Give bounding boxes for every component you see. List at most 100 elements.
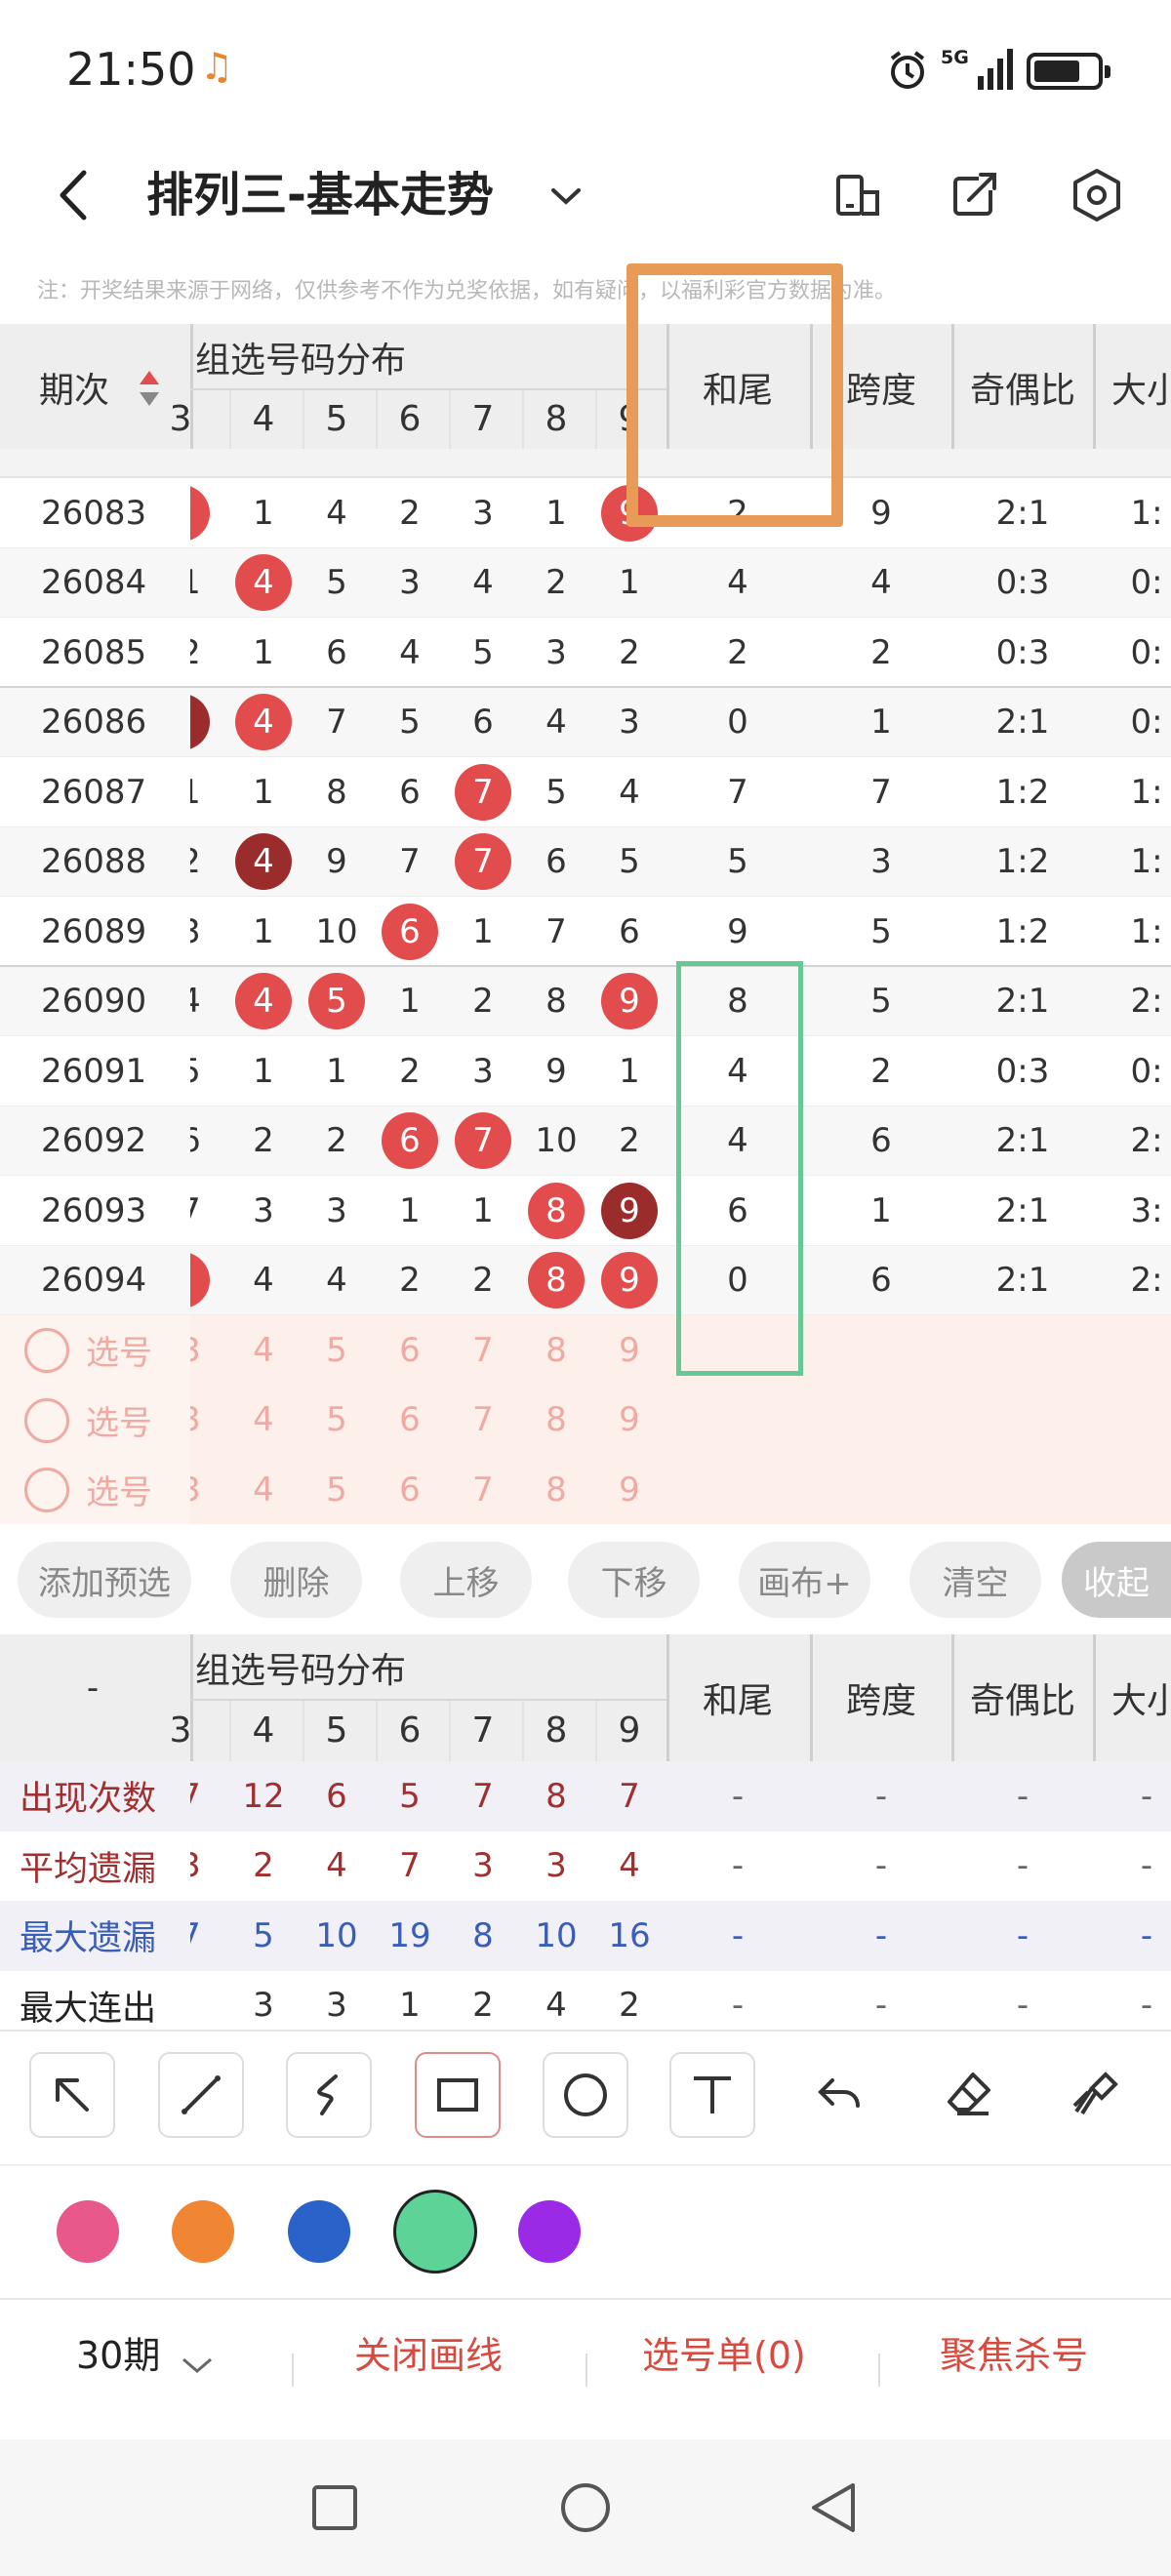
color-swatch[interactable] [57,2200,119,2263]
digit-miss: 6 [545,842,567,882]
select-radio[interactable] [24,1468,69,1512]
page-title[interactable]: 排列三-基本走势 [146,156,494,224]
digit-miss: 2 [190,618,208,688]
undo-icon[interactable] [798,2052,884,2138]
select-digit[interactable]: 5 [307,1455,366,1524]
line-tool-icon[interactable] [158,2052,244,2138]
focus-kill-button[interactable]: 聚焦杀号 [940,2325,1088,2379]
digit-header-7: 7 [471,398,495,439]
digit-miss: 2 [326,1121,347,1161]
select-digit[interactable]: 9 [600,1386,659,1455]
select-digit[interactable]: 8 [527,1386,586,1455]
stats-value: 3 [545,1846,567,1885]
stats-dash: - [1140,1776,1153,1816]
chevron-down-icon[interactable] [532,163,600,231]
back-arrow-icon[interactable] [41,161,109,229]
recent-apps-icon[interactable] [310,2483,359,2532]
color-swatch[interactable] [172,2200,234,2263]
stats-value: 7 [619,1776,640,1816]
text-tool-icon[interactable] [669,2052,755,2138]
select-digit[interactable]: 7 [454,1386,512,1455]
freehand-tool-icon[interactable] [286,2052,372,2138]
digit-miss: 1 [399,982,421,1022]
action-button[interactable]: 添加预选 [18,1542,191,1618]
stats-label: 出现次数 [20,1780,157,1819]
select-digit[interactable]: 6 [381,1315,439,1385]
select-digit[interactable]: 4 [234,1455,293,1524]
pick-list-button[interactable]: 选号单(0) [642,2325,806,2379]
action-button[interactable]: 画布+ [739,1542,870,1618]
stats-value-clipped: 3 [190,1831,229,1901]
period-selector[interactable]: 30期 [76,2325,160,2379]
digit-miss: 2 [472,1261,494,1301]
rectangle-tool-icon[interactable] [415,2052,501,2138]
digit-miss: 2 [545,563,567,603]
select-digit[interactable]: 9 [600,1315,659,1385]
select-digit[interactable]: 8 [527,1315,586,1385]
select-digit[interactable]: 4 [234,1386,293,1455]
kuadu-cell: 5 [870,911,892,951]
select-digit[interactable]: 3 [190,1386,208,1455]
select-digit[interactable]: 9 [600,1455,659,1524]
daxiao-cell: 0: [1130,703,1163,743]
action-button[interactable]: 删除 [230,1542,362,1618]
chevron-down-icon[interactable] [178,2354,217,2377]
digit-cell-clipped: 1 [190,548,229,619]
jiou-cell: 2:1 [995,982,1050,1022]
select-digit[interactable]: 7 [454,1315,512,1385]
eraser-icon[interactable] [925,2052,1011,2138]
stats-column-header: 和尾 [702,1681,773,1721]
digit-miss: 3 [619,703,640,743]
action-button[interactable]: 收起 [1062,1542,1171,1618]
digit-miss: 4 [545,703,567,743]
select-digit[interactable]: 5 [307,1386,366,1455]
color-swatch[interactable] [518,2200,581,2263]
digit-miss: 2 [619,1121,640,1161]
digit-miss: 2 [619,632,640,672]
hit-ball: 5 [308,973,365,1030]
action-button[interactable]: 清空 [909,1542,1041,1618]
select-digit[interactable]: 6 [381,1386,439,1455]
hit-ball: 7 [455,763,511,821]
action-button[interactable]: 上移 [400,1542,532,1618]
share-icon[interactable] [940,161,1008,229]
digit-miss: 8 [545,982,567,1022]
select-digit[interactable]: 7 [454,1455,512,1524]
digit-miss: 2 [399,1051,421,1091]
select-radio[interactable] [24,1328,69,1373]
screen-rotate-icon[interactable] [825,161,893,229]
hit-ball: 4 [235,554,292,612]
stats-dash: - [1016,1915,1030,1955]
back-nav-icon[interactable] [808,2481,861,2534]
color-swatch[interactable] [288,2200,350,2263]
close-drawing-button[interactable]: 关闭画线 [354,2325,503,2379]
divider [586,2354,587,2387]
hit-ball: 4 [235,833,292,891]
digit-cell-clipped: 4 [190,967,229,1037]
digit-miss: 1 [619,1051,640,1091]
digit-miss: 1 [253,911,274,951]
digit-miss: 5 [399,703,421,743]
action-button[interactable]: 下移 [568,1542,700,1618]
select-digit[interactable]: 8 [527,1455,586,1524]
select-digit[interactable]: 4 [234,1315,293,1385]
select-digit[interactable]: 3 [190,1315,208,1385]
digit-miss: 1 [472,911,494,951]
digit-miss: 9 [545,1051,567,1091]
settings-icon[interactable] [1063,161,1131,229]
select-radio[interactable] [24,1397,69,1443]
digit-miss: 2 [399,1261,421,1301]
select-digit[interactable]: 5 [307,1315,366,1385]
select-digit[interactable]: 3 [190,1455,208,1524]
select-digit[interactable]: 6 [381,1455,439,1524]
home-icon[interactable] [559,2481,612,2534]
color-swatch[interactable] [393,2190,477,2274]
circle-tool-icon[interactable] [543,2052,628,2138]
alarm-icon [890,51,925,89]
digit-miss: 1 [619,563,640,603]
digit-miss: 4 [619,772,640,812]
clear-brush-icon[interactable] [1052,2052,1138,2138]
digit-miss: 2 [399,493,421,533]
column-header: 大小 [1110,371,1171,411]
arrow-tool-icon[interactable] [29,2052,115,2138]
